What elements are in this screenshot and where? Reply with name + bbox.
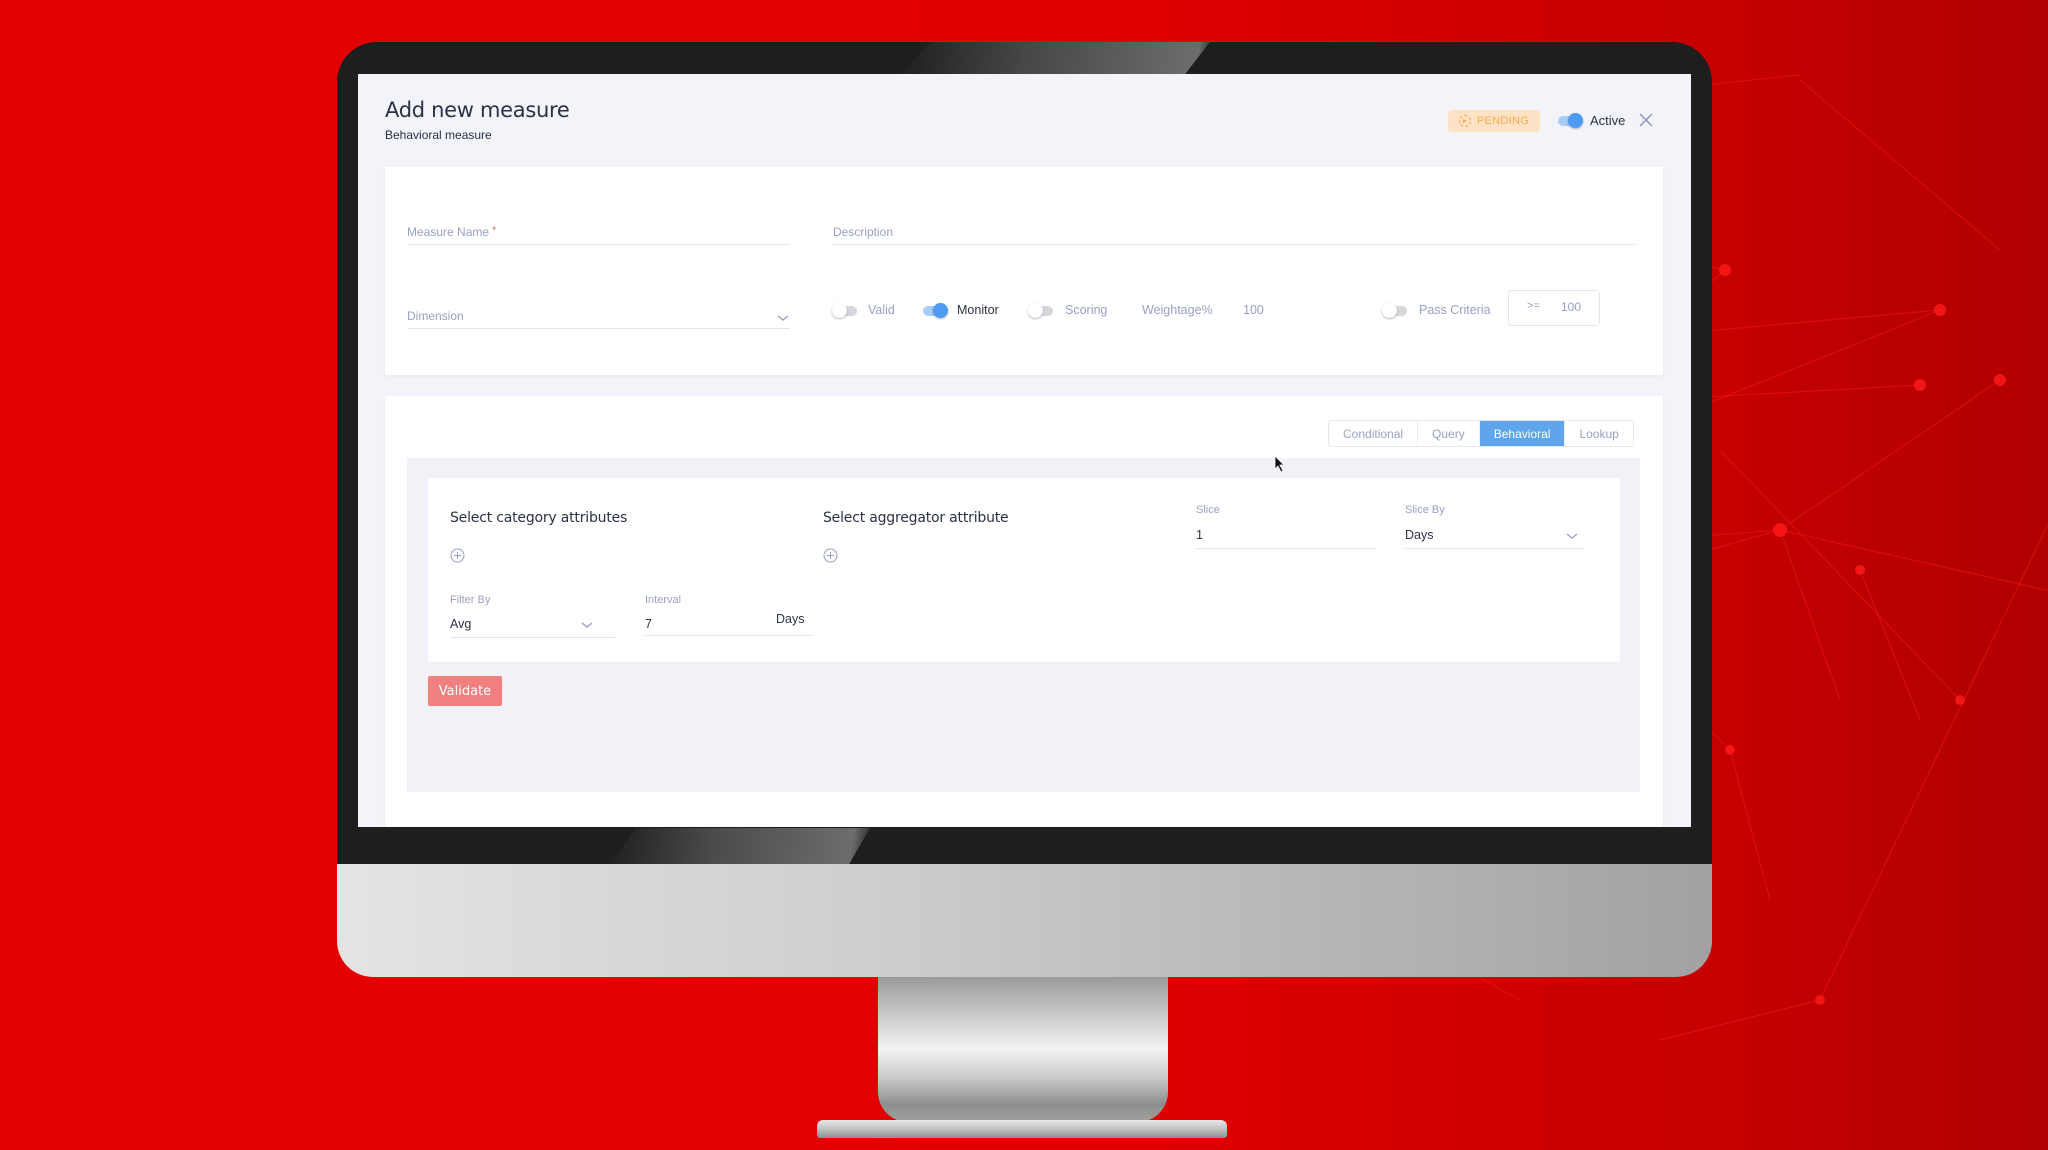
play-circle-icon bbox=[1458, 115, 1471, 127]
page-subtitle: Behavioral measure bbox=[385, 128, 492, 142]
dimension-label: Dimension bbox=[407, 309, 464, 323]
monitor-toggle[interactable] bbox=[923, 303, 948, 318]
toggle-knob bbox=[1568, 113, 1583, 128]
valid-toggle[interactable] bbox=[832, 303, 857, 318]
scoring-toggle[interactable] bbox=[1028, 303, 1053, 318]
pass-criteria-input[interactable]: >= 100 bbox=[1508, 290, 1600, 326]
bezel-glare bbox=[610, 828, 870, 864]
status-badge-label: PENDING bbox=[1476, 115, 1530, 127]
chevron-down-icon bbox=[1566, 533, 1578, 539]
status-badge: PENDING bbox=[1448, 110, 1540, 132]
tab-behavioral[interactable]: Behavioral bbox=[1479, 421, 1566, 446]
pass-criteria-toggle[interactable] bbox=[1382, 303, 1407, 318]
measure-details-card: Measure Name * Description Dimension Val… bbox=[385, 167, 1663, 375]
app-screen: Add new measure Behavioral measure PENDI… bbox=[358, 74, 1691, 827]
active-toggle[interactable] bbox=[1558, 113, 1583, 128]
slice-label: Slice bbox=[1196, 504, 1220, 516]
measure-name-label: Measure Name bbox=[407, 225, 490, 239]
mouse-cursor-icon bbox=[1274, 455, 1285, 473]
filter-by-value: Avg bbox=[450, 617, 472, 631]
interval-unit: Days bbox=[776, 612, 805, 626]
weightage-input[interactable]: 100 bbox=[1243, 303, 1264, 317]
monitor-chin bbox=[337, 864, 1712, 977]
description-underline bbox=[833, 244, 1635, 245]
filter-by-underline bbox=[450, 637, 615, 638]
interval-underline bbox=[645, 635, 813, 636]
aggregator-attribute-title: Select aggregator attribute bbox=[823, 510, 1009, 526]
filter-by-label: Filter By bbox=[450, 594, 491, 606]
measure-type-tabs: Conditional Query Behavioral Lookup bbox=[1328, 420, 1634, 447]
criteria-value: 100 bbox=[1561, 300, 1582, 314]
monitor-label: Monitor bbox=[957, 303, 999, 317]
tab-query[interactable]: Query bbox=[1418, 421, 1480, 446]
description-label: Description bbox=[833, 225, 894, 239]
page-title: Add new measure bbox=[385, 98, 570, 122]
chevron-down-icon bbox=[581, 622, 593, 628]
slice-by-label: Slice By bbox=[1405, 504, 1445, 516]
bezel-glare bbox=[900, 42, 1210, 74]
slice-by-underline bbox=[1405, 548, 1585, 549]
pass-criteria-label: Pass Criteria bbox=[1419, 303, 1491, 317]
add-category-attribute-icon[interactable] bbox=[450, 548, 465, 563]
close-icon[interactable] bbox=[1638, 112, 1654, 128]
slice-by-value: Days bbox=[1405, 528, 1434, 542]
valid-label: Valid bbox=[868, 303, 895, 317]
weightage-label: Weightage% bbox=[1142, 303, 1213, 317]
behavioral-panel: Select category attributes Select aggreg… bbox=[407, 458, 1640, 792]
category-attributes-title: Select category attributes bbox=[450, 510, 628, 526]
measure-name-underline bbox=[407, 244, 790, 245]
measure-type-card: Conditional Query Behavioral Lookup Sele… bbox=[385, 396, 1663, 827]
tab-lookup[interactable]: Lookup bbox=[1565, 421, 1632, 446]
monitor-stand-neck bbox=[878, 977, 1168, 1122]
operator-select[interactable]: >= bbox=[1527, 300, 1540, 312]
scoring-label: Scoring bbox=[1065, 303, 1108, 317]
chevron-down-icon bbox=[777, 315, 789, 321]
active-toggle-label: Active bbox=[1590, 113, 1626, 128]
slice-input[interactable]: 1 bbox=[1196, 528, 1203, 542]
add-aggregator-attribute-icon[interactable] bbox=[823, 548, 838, 563]
interval-label: Interval bbox=[645, 594, 682, 606]
slice-underline bbox=[1196, 548, 1376, 549]
behavioral-config-card: Select category attributes Select aggreg… bbox=[428, 478, 1620, 662]
validate-button[interactable]: Validate bbox=[428, 676, 502, 706]
tab-conditional[interactable]: Conditional bbox=[1329, 421, 1419, 446]
interval-input[interactable]: 7 bbox=[645, 617, 652, 631]
required-marker: * bbox=[492, 225, 496, 235]
monitor-stand-foot bbox=[817, 1120, 1227, 1138]
dimension-underline bbox=[407, 328, 790, 329]
